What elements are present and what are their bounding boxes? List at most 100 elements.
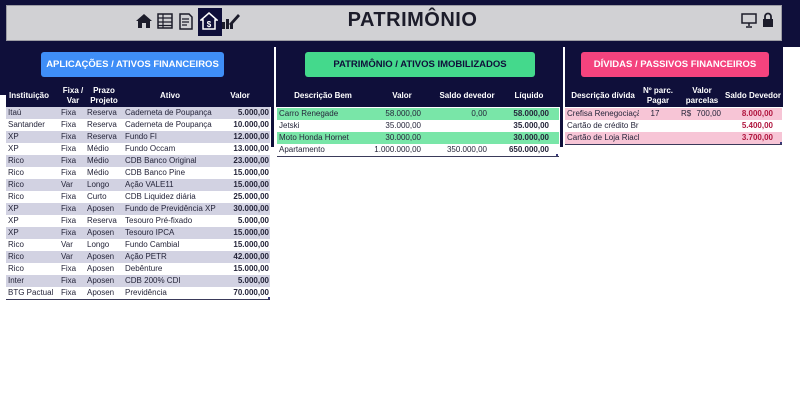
table-row[interactable]: XP Fixa Aposen Tesouro IPCA 15.000,00 bbox=[6, 227, 270, 239]
table-corner-marker bbox=[556, 154, 558, 156]
presentation-icon[interactable] bbox=[741, 12, 757, 28]
table-row[interactable]: Itaú Fixa Reserva Caderneta de Poupança 5.00… bbox=[6, 107, 270, 119]
debts-button[interactable]: DÍVIDAS / PASSIVOS FINANCEIROS bbox=[581, 52, 769, 77]
col-header-value: Valor bbox=[230, 91, 250, 100]
col-header-asset: Ativo bbox=[160, 91, 180, 100]
cell-type: Fixa bbox=[61, 192, 77, 201]
cell-asset: Fundo de Previdência XP bbox=[125, 204, 216, 213]
column-divider bbox=[271, 47, 274, 147]
col-header-debt-balance: Saldo Devedor bbox=[724, 91, 781, 100]
cell-value: 15.000,00 bbox=[233, 180, 269, 189]
cell-description: Cartão de crédito Bradesco bbox=[567, 121, 639, 130]
cell-term: Aposen bbox=[87, 204, 115, 213]
cell-type: Fixa bbox=[61, 264, 77, 273]
table-row[interactable]: Cartão de crédito Bradesco 5.400,00 bbox=[565, 120, 782, 132]
cell-value: 5.000,00 bbox=[237, 108, 269, 117]
cell-term: Reserva bbox=[87, 216, 117, 225]
cell-asset: Fundo Cambial bbox=[125, 240, 180, 249]
table-row[interactable]: XP Fixa Médio Fundo Occam 13.000,00 bbox=[6, 143, 270, 155]
table-row[interactable]: Rico Var Longo Fundo Cambial 15.000,00 bbox=[6, 239, 270, 251]
cell-institution: Rico bbox=[8, 240, 25, 249]
cell-institution: XP bbox=[8, 132, 19, 141]
cell-type: Fixa bbox=[61, 204, 77, 213]
svg-text:$: $ bbox=[207, 20, 212, 29]
table-corner-marker bbox=[268, 297, 270, 299]
cell-term: Aposen bbox=[87, 276, 115, 285]
patrimony-button[interactable]: PATRIMÔNIO / ATIVOS IMOBILIZADOS bbox=[305, 52, 535, 77]
lock-icon[interactable] bbox=[761, 12, 777, 28]
table-row[interactable]: BTG Pactual Fixa Aposen Previdência 70.000,0… bbox=[6, 287, 270, 299]
table-row[interactable]: Apartamento 1.000.000,00 350.000,00 650.000… bbox=[277, 144, 559, 156]
cell-balance: 350.000,00 bbox=[446, 145, 487, 154]
col-header-type: Fixa / Var bbox=[62, 86, 84, 105]
cell-type: Fixa bbox=[61, 144, 77, 153]
col-header-asset-description: Descrição Bem bbox=[294, 91, 352, 100]
cell-type: Fixa bbox=[61, 276, 77, 285]
cell-description: Moto Honda Hornet bbox=[279, 133, 349, 142]
cell-institution: XP bbox=[8, 216, 19, 225]
cell-value: 15.000,00 bbox=[233, 228, 269, 237]
table-row[interactable]: Inter Fixa Aposen CDB 200% CDI 5.000,00 bbox=[6, 275, 270, 287]
table-row[interactable]: Jetski 35.000,00 35.000,00 bbox=[277, 120, 559, 132]
house-dollar-icon[interactable]: $ bbox=[199, 11, 219, 31]
applications-button[interactable]: APLICAÇÕES / ATIVOS FINANCEIROS bbox=[41, 52, 224, 77]
cell-asset: CDB 200% CDI bbox=[125, 276, 181, 285]
cell-term: Aposen bbox=[87, 228, 115, 237]
cell-institution: Itaú bbox=[8, 108, 22, 117]
table-row[interactable]: Cartão de Loja Riachuelo 3.700,00 bbox=[565, 132, 782, 144]
cell-asset: Fundo Occam bbox=[125, 144, 176, 153]
chart-pencil-icon[interactable] bbox=[221, 11, 241, 31]
cell-term: Reserva bbox=[87, 120, 117, 129]
cell-net: 650.000,00 bbox=[508, 145, 549, 154]
table-row[interactable]: Rico Fixa Aposen Debênture 15.000,00 bbox=[6, 263, 270, 275]
cell-installment-value: 700,00 bbox=[696, 109, 721, 118]
cell-term: Médio bbox=[87, 144, 109, 153]
cell-type: Var bbox=[61, 180, 73, 189]
cell-type: Var bbox=[61, 240, 73, 249]
document-edit-icon[interactable] bbox=[176, 11, 196, 31]
table-row[interactable]: XP Fixa Reserva Tesouro Pré-fixado 5.000,00 bbox=[6, 215, 270, 227]
table-row[interactable]: Moto Honda Hornet 30.000,00 30.000,00 bbox=[277, 132, 559, 144]
cell-institution: XP bbox=[8, 228, 19, 237]
cell-net: 35.000,00 bbox=[513, 121, 549, 130]
cell-type: Fixa bbox=[61, 120, 77, 129]
col-header-institution: Instituição bbox=[9, 91, 50, 100]
spreadsheet-icon[interactable] bbox=[155, 11, 175, 31]
table-row[interactable]: Rico Fixa Médio CDB Banco Pine 15.000,00 bbox=[6, 167, 270, 179]
table-row[interactable]: XP Fixa Aposen Fundo de Previdência XP 30.00… bbox=[6, 203, 270, 215]
cell-value: 30.000,00 bbox=[233, 204, 269, 213]
col-header-installments: Nº parc. Pagar bbox=[642, 86, 674, 105]
cell-asset: Caderneta de Poupança bbox=[125, 120, 212, 129]
cell-asset: Caderneta de Poupança bbox=[125, 108, 212, 117]
cell-value: 42.000,00 bbox=[233, 252, 269, 261]
cell-institution: XP bbox=[8, 144, 19, 153]
cell-term: Longo bbox=[87, 240, 110, 249]
table-row[interactable]: Rico Var Aposen Ação PETR 42.000,00 bbox=[6, 251, 270, 263]
table-row[interactable]: Rico Fixa Médio CDB Banco Original 23.000,00 bbox=[6, 155, 270, 167]
cell-net: 30.000,00 bbox=[513, 133, 549, 142]
table-corner-marker bbox=[780, 142, 782, 144]
table-row[interactable]: Rico Var Longo Ação VALE11 15.000,00 bbox=[6, 179, 270, 191]
cell-description: Carro Renegade bbox=[279, 109, 339, 118]
cell-type: Fixa bbox=[61, 156, 77, 165]
table-row[interactable]: Rico Fixa Curto CDB Liquidez diária 25.000,0… bbox=[6, 191, 270, 203]
cell-value: 15.000,00 bbox=[233, 168, 269, 177]
cell-asset: Tesouro Pré-fixado bbox=[125, 216, 193, 225]
cell-institution: Rico bbox=[8, 168, 25, 177]
cell-institution: Rico bbox=[8, 156, 25, 165]
cell-type: Fixa bbox=[61, 132, 77, 141]
table-row[interactable]: Santander Fixa Reserva Caderneta de Poupanç… bbox=[6, 119, 270, 131]
cell-description: Crefisa Renegociação bbox=[567, 109, 639, 118]
col-header-term: Prazo Projeto bbox=[90, 86, 118, 105]
table-row[interactable]: XP Fixa Reserva Fundo FI 12.000,00 bbox=[6, 131, 270, 143]
cell-net: 58.000,00 bbox=[513, 109, 549, 118]
cell-value: 15.000,00 bbox=[233, 264, 269, 273]
col-header-debt-description: Descrição dívida bbox=[571, 91, 635, 100]
col-header-balance: Saldo devedor bbox=[439, 91, 495, 100]
table-row[interactable]: Carro Renegade 58.000,00 0,00 58.000,00 bbox=[277, 108, 559, 120]
cell-value: 5.000,00 bbox=[237, 216, 269, 225]
cell-balance: 8.000,00 bbox=[741, 109, 773, 118]
home-icon[interactable] bbox=[134, 11, 154, 31]
cell-term: Aposen bbox=[87, 252, 115, 261]
table-row[interactable]: Crefisa Renegociação 17 R$ 700,00 8.000,00 bbox=[565, 108, 782, 120]
